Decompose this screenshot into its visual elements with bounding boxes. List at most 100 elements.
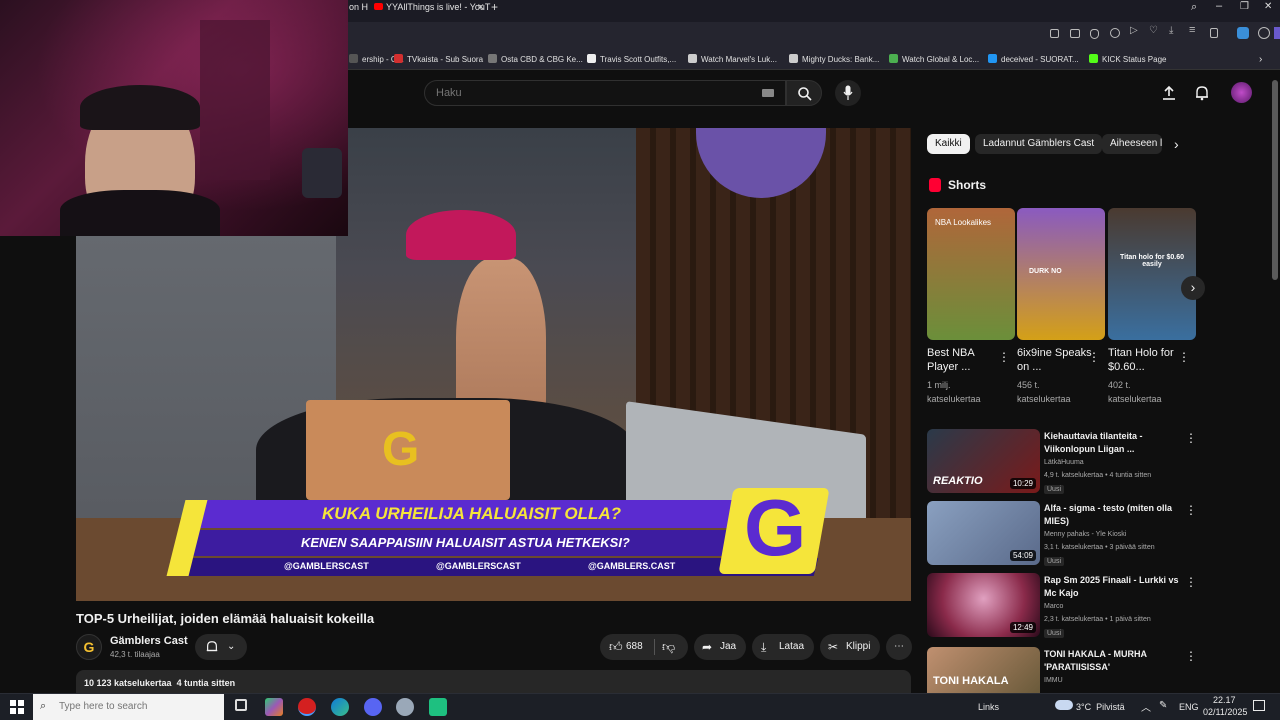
bookmark-item[interactable]: deceived - SUORAT... — [988, 49, 1079, 70]
chip-uploaded-by[interactable]: Ladannut Gämblers Cast — [975, 134, 1103, 154]
tray-chevron-icon[interactable]: ︿ — [1141, 699, 1151, 714]
chip-related[interactable]: Aiheeseen li — [1102, 134, 1162, 154]
related-thumbnail[interactable]: REAKTIO 10:29 — [927, 429, 1040, 493]
opera-browser-icon[interactable] — [298, 698, 316, 716]
channel-name[interactable]: Gämblers Cast — [110, 635, 188, 647]
account-avatar[interactable] — [1231, 82, 1252, 103]
shield-icon[interactable] — [1090, 29, 1099, 39]
links-toolbar-label[interactable]: Links — [978, 702, 999, 712]
related-title[interactable]: Alfa - sigma - testo (miten olla MIES) — [1044, 502, 1179, 528]
edge-browser-icon[interactable] — [331, 698, 349, 716]
download-icon[interactable]: ⤓ — [1169, 25, 1173, 36]
minimize-icon[interactable]: – — [1216, 0, 1222, 12]
short-thumbnail[interactable]: DURK NO — [1017, 208, 1105, 340]
chevron-right-icon[interactable]: › — [1174, 136, 1179, 152]
new-tab-icon[interactable]: + — [491, 0, 498, 14]
bookmark-item[interactable]: Watch Global & Loc... — [889, 49, 979, 70]
kebab-menu-icon[interactable]: ⋮ — [1185, 649, 1197, 663]
more-actions-button[interactable]: ⋯ — [886, 634, 912, 660]
related-channel[interactable]: Menny pahaks - Yle Kioski — [1044, 531, 1126, 538]
bookmarks-overflow-icon[interactable]: › — [1259, 49, 1262, 70]
app-icon[interactable] — [265, 698, 283, 716]
like-count[interactable]: 688 — [626, 634, 643, 660]
tab-close-icon[interactable]: ✕ — [477, 2, 485, 13]
close-window-icon[interactable]: ✕ — [1264, 1, 1272, 12]
short-thumbnail[interactable]: Titan holo for $0.60 easily — [1108, 208, 1196, 340]
related-thumbnail[interactable]: 12:49 — [927, 573, 1040, 637]
app-icon[interactable] — [396, 698, 414, 716]
related-channel[interactable]: LätkäHuuma — [1044, 459, 1084, 466]
restore-icon[interactable]: ❐ — [1240, 1, 1249, 12]
bookmark-item[interactable]: Osta CBD & CBG Ke... — [488, 49, 583, 70]
short-title[interactable]: Titan Holo for $0.60... — [1108, 346, 1184, 374]
like-icon[interactable]: 👍︎ — [609, 634, 623, 660]
bell-icon[interactable] — [1194, 85, 1210, 101]
subscription-bell-button[interactable]: ⌄ — [195, 634, 247, 660]
dislike-icon[interactable]: 👎︎ — [662, 634, 675, 660]
keyboard-icon[interactable] — [762, 89, 774, 97]
search-button[interactable] — [786, 80, 822, 106]
upload-icon[interactable] — [1161, 85, 1177, 101]
kebab-menu-icon[interactable]: ⋮ — [1185, 575, 1197, 589]
description-box[interactable]: 10 123 katselukertaa 4 tuntia sitten — [76, 670, 911, 693]
page-scrollbar[interactable] — [1272, 80, 1278, 280]
bookmark-item[interactable]: Watch Marvel's Luk... — [688, 49, 777, 70]
download-button[interactable]: ⤓ Lataa — [752, 634, 814, 660]
cloud-icon — [1055, 700, 1073, 710]
discord-icon[interactable] — [364, 698, 382, 716]
search-input[interactable] — [424, 80, 786, 106]
bookmark-item[interactable]: Mighty Ducks: Bank... — [789, 49, 879, 70]
clip-button[interactable]: ✂ Klippi — [820, 634, 880, 660]
play-icon[interactable]: ▷ — [1130, 25, 1138, 36]
search-tabs-icon[interactable]: ⌕ — [1191, 1, 1197, 14]
short-thumbnail[interactable]: NBA Lookalikes — [927, 208, 1015, 340]
share-button[interactable]: ➦ Jaa — [694, 634, 746, 660]
language-indicator[interactable]: ENG — [1179, 702, 1199, 712]
camera-icon[interactable] — [1070, 29, 1080, 38]
bookmark-label: TVkaista - Sub Suora — [407, 55, 484, 64]
kebab-menu-icon[interactable]: ⋮ — [1185, 431, 1197, 445]
notifications-icon[interactable] — [1253, 700, 1265, 711]
related-channel[interactable]: IMMU — [1044, 677, 1063, 684]
related-title[interactable]: Rap Sm 2025 Finaali - Lurkki vs Mc Kajo — [1044, 574, 1179, 600]
extension-icon[interactable] — [1237, 27, 1249, 39]
app-icon[interactable] — [429, 698, 447, 716]
pen-icon[interactable]: ✎ — [1159, 700, 1167, 711]
settings-icon[interactable] — [1258, 27, 1270, 39]
weather-text[interactable]: 3°C Pilvistä — [1076, 702, 1125, 712]
taskbar-search-input[interactable] — [33, 694, 224, 720]
clock-time[interactable]: 22.17 — [1213, 695, 1236, 705]
sidebar-icon[interactable] — [1274, 27, 1280, 39]
short-title[interactable]: Best NBA Player ... — [927, 346, 1003, 374]
short-title[interactable]: 6ix9ine Speaks on ... — [1017, 346, 1093, 374]
heart-icon[interactable]: ♡ — [1149, 25, 1158, 36]
divider — [654, 639, 655, 655]
battery-icon[interactable] — [1210, 28, 1218, 38]
kebab-menu-icon[interactable]: ⋮ — [998, 350, 1010, 364]
kebab-menu-icon[interactable]: ⋮ — [1088, 350, 1100, 364]
related-title[interactable]: TONI HAKALA - MURHA 'PARATIISISSA' — [1044, 648, 1179, 674]
bookmark-item[interactable]: TVkaista - Sub Suora — [394, 49, 483, 70]
bookmark-item[interactable]: KICK Status Page — [1089, 49, 1166, 70]
related-title[interactable]: Kiehauttavia tilanteita - Viikonlopun Li… — [1044, 430, 1179, 456]
browser-tab[interactable]: on H — [349, 0, 368, 15]
chip-all[interactable]: Kaikki — [927, 134, 970, 154]
video-duration: 10:29 — [1009, 478, 1036, 489]
related-thumbnail[interactable]: 54:09 — [927, 501, 1040, 565]
related-channel[interactable]: Marco — [1044, 603, 1063, 610]
menu-icon[interactable]: ≡ — [1189, 24, 1195, 36]
clock-icon[interactable] — [1110, 28, 1120, 38]
channel-avatar[interactable]: G — [76, 634, 102, 660]
start-button[interactable] — [10, 700, 24, 714]
voice-search-button[interactable] — [835, 80, 861, 106]
task-view-icon[interactable] — [235, 699, 247, 711]
kebab-menu-icon[interactable]: ⋮ — [1178, 350, 1190, 364]
edit-icon[interactable] — [1050, 29, 1059, 38]
banner-heading: KUKA URHEILIJA HALUAISIT OLLA? — [322, 504, 622, 523]
clock-date[interactable]: 02/11/2025 — [1203, 707, 1247, 717]
related-thumbnail[interactable]: TONI HAKALA — [927, 647, 1040, 693]
kebab-menu-icon[interactable]: ⋮ — [1185, 503, 1197, 517]
browser-tab-active[interactable]: YYAllThings is live! - YouT — [386, 0, 490, 15]
shorts-next-button[interactable]: › — [1181, 276, 1205, 300]
bookmark-item[interactable]: Travis Scott Outfits,... — [587, 49, 676, 70]
